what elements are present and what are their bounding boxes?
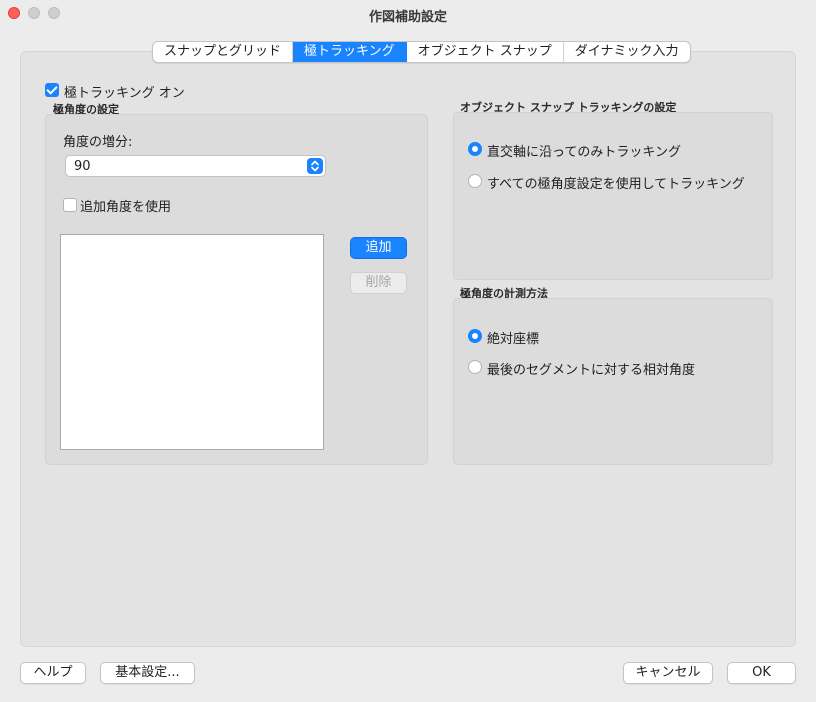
help-button[interactable]: ヘルプ — [20, 662, 86, 684]
absolute-radio[interactable] — [468, 329, 482, 343]
track-orthogonal-label[interactable]: 直交軸に沿ってのみトラッキング — [487, 141, 681, 160]
increment-angle-value: 90 — [74, 159, 91, 174]
cancel-button[interactable]: キャンセル — [623, 662, 713, 684]
drafting-settings-window: 作図補助設定 スナップとグリッド 極トラッキング オブジェクト スナップ ダイナ… — [0, 0, 816, 702]
tab-polar-tracking[interactable]: 極トラッキング — [293, 42, 407, 62]
tab-object-snap[interactable]: オブジェクト スナップ — [407, 42, 564, 62]
additional-angles-label[interactable]: 追加角度を使用 — [80, 196, 171, 215]
relative-last-segment-radio[interactable] — [468, 360, 482, 374]
absolute-label[interactable]: 絶対座標 — [487, 328, 539, 347]
track-all-polar-radio[interactable] — [468, 174, 482, 188]
increment-angle-select[interactable]: 90 — [65, 155, 326, 177]
track-all-polar-label[interactable]: すべての極角度設定を使用してトラッキング — [487, 173, 745, 192]
window-title: 作図補助設定 — [368, 10, 447, 25]
preferences-button[interactable]: 基本設定... — [100, 662, 195, 684]
chevron-up-down-icon — [307, 158, 323, 174]
polar-tracking-on-label[interactable]: 極トラッキング オン — [64, 82, 185, 101]
additional-angles-list[interactable] — [60, 234, 324, 450]
measurement-group — [453, 298, 773, 465]
tab-dynamic-input[interactable]: ダイナミック入力 — [564, 42, 690, 62]
increment-angle-label: 角度の増分: — [63, 135, 133, 150]
relative-last-segment-label[interactable]: 最後のセグメントに対する相対角度 — [487, 359, 695, 378]
tab-bar: スナップとグリッド 極トラッキング オブジェクト スナップ ダイナミック入力 — [152, 41, 691, 63]
delete-angle-button[interactable]: 削除 — [350, 272, 407, 294]
ok-button[interactable]: OK — [727, 662, 796, 684]
title-bar: 作図補助設定 — [0, 0, 816, 28]
tab-snap-grid[interactable]: スナップとグリッド — [153, 42, 294, 62]
polar-tracking-on-checkbox[interactable] — [45, 83, 59, 97]
additional-angles-checkbox[interactable] — [63, 198, 77, 212]
osnap-tracking-group — [453, 112, 773, 280]
track-orthogonal-radio[interactable] — [468, 142, 482, 156]
add-angle-button[interactable]: 追加 — [350, 237, 407, 259]
